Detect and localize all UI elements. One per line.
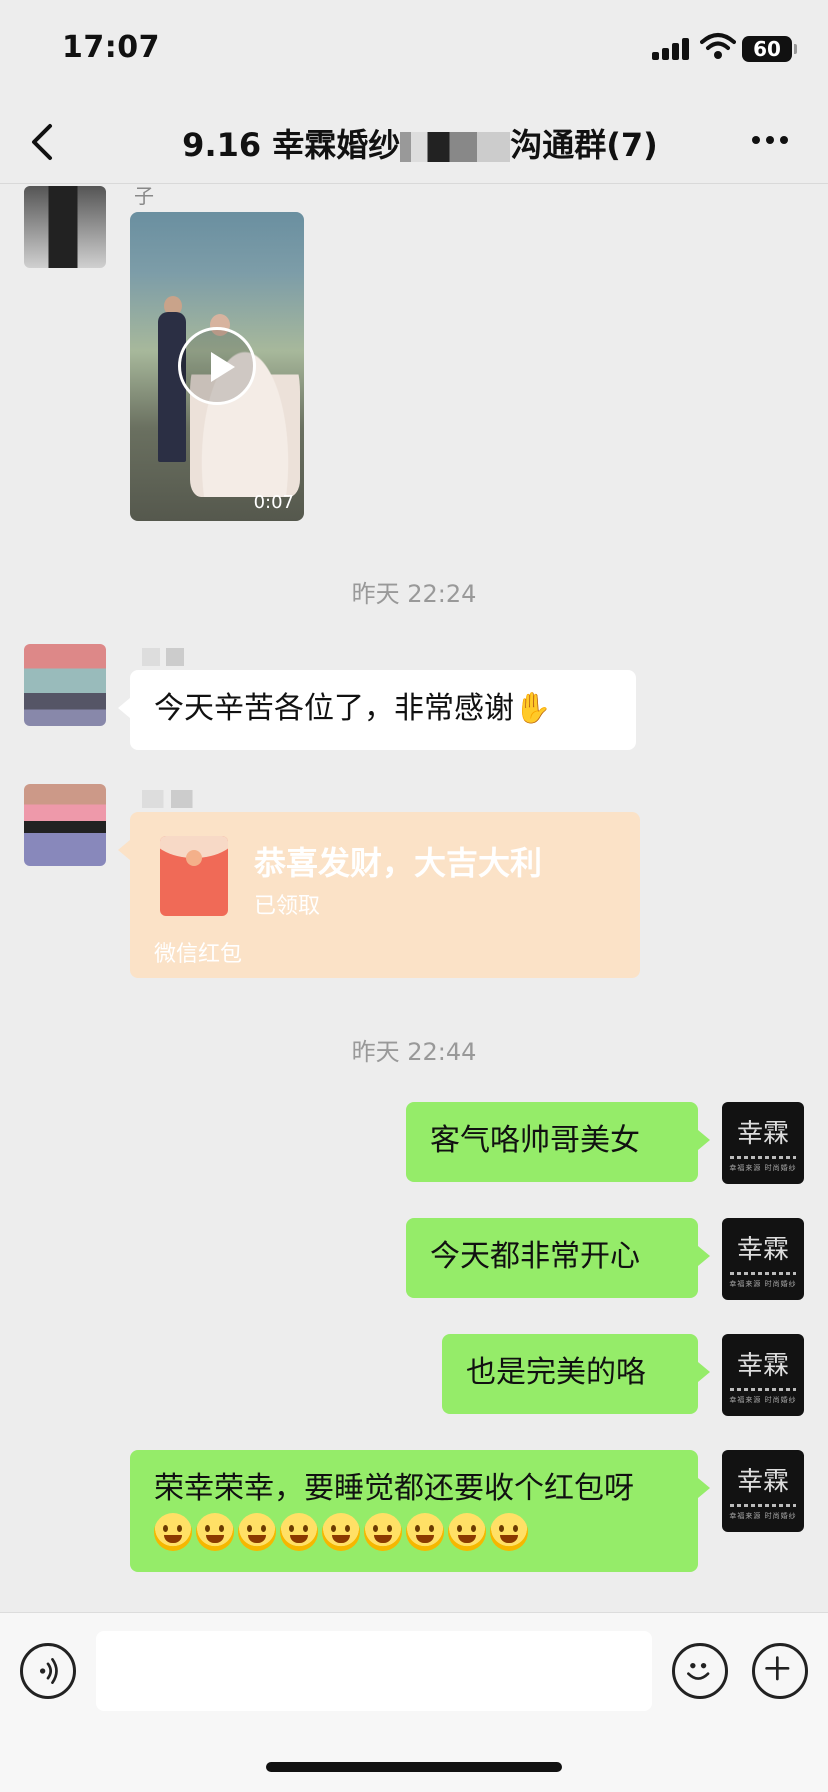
grin-emoji-icon bbox=[154, 1512, 192, 1551]
red-packet-title: 恭喜发财，大吉大利 bbox=[254, 844, 543, 882]
avatar-logo-subtext: 幸福来源 时尚婚纱 bbox=[729, 1280, 797, 1288]
sender-name: 子 bbox=[134, 184, 154, 208]
emoji-icon[interactable] bbox=[672, 1643, 728, 1699]
avatar-logo-text: 幸霖 bbox=[736, 1235, 789, 1265]
wifi-icon bbox=[700, 33, 736, 59]
chat-title-suffix: 沟通群(7) bbox=[510, 126, 658, 164]
grin-emoji-icon bbox=[322, 1512, 360, 1551]
red-envelope-icon bbox=[160, 836, 228, 916]
avatar-logo-text: 幸霖 bbox=[736, 1351, 789, 1381]
status-bar: 17:07 60 bbox=[0, 0, 828, 100]
grin-emoji-icon bbox=[364, 1512, 402, 1551]
grin-emoji-icon bbox=[448, 1512, 486, 1551]
video-duration: 0:07 bbox=[253, 492, 294, 513]
grin-emoji-icon bbox=[406, 1512, 444, 1551]
grin-emoji-icon bbox=[490, 1512, 528, 1551]
message-bubble[interactable]: 今天都非常开心 bbox=[406, 1218, 710, 1298]
message-text: 荣幸荣幸，要睡觉都还要收个红包呀 bbox=[154, 1471, 634, 1506]
grin-emoji-icon bbox=[238, 1512, 276, 1551]
message-timestamp: 昨天 22:24 bbox=[351, 580, 477, 608]
message-timestamp: 昨天 22:44 bbox=[351, 1038, 477, 1066]
message-bubble[interactable]: 也是完美的咯 bbox=[442, 1334, 710, 1414]
cellular-signal-icon bbox=[652, 38, 692, 60]
red-packet-status: 已领取 bbox=[254, 894, 321, 919]
chat-header: 9.16 幸霖婚纱 沟通群(7) bbox=[0, 100, 828, 184]
status-time: 17:07 bbox=[62, 30, 160, 65]
avatar[interactable] bbox=[24, 186, 106, 268]
grin-emoji-row bbox=[154, 1512, 528, 1551]
grin-emoji-icon bbox=[280, 1512, 318, 1551]
chevron-left-icon[interactable] bbox=[24, 118, 64, 166]
plus-icon[interactable] bbox=[752, 1643, 808, 1699]
grin-emoji-icon bbox=[196, 1512, 234, 1551]
message-bubble[interactable]: 客气咯帅哥美女 bbox=[406, 1102, 710, 1182]
avatar[interactable] bbox=[24, 644, 106, 726]
message-text: 今天辛苦各位了，非常感谢 bbox=[154, 691, 514, 726]
red-packet-message[interactable]: 恭喜发财，大吉大利 已领取 微信红包 bbox=[118, 812, 640, 978]
message-text: 今天都非常开心 bbox=[430, 1239, 640, 1274]
my-avatar[interactable]: 幸霖 幸福来源 时尚婚纱 bbox=[722, 1218, 804, 1300]
message-text: 也是完美的咯 bbox=[466, 1355, 646, 1390]
avatar-logo-subtext: 幸福来源 时尚婚纱 bbox=[729, 1164, 797, 1172]
redacted-sender-name bbox=[142, 648, 202, 666]
my-avatar[interactable]: 幸霖 幸福来源 时尚婚纱 bbox=[722, 1334, 804, 1416]
battery-indicator: 60 bbox=[742, 36, 797, 62]
avatar-logo-subtext: 幸福来源 时尚婚纱 bbox=[729, 1396, 797, 1404]
avatar[interactable] bbox=[24, 784, 106, 866]
redacted-text bbox=[400, 132, 511, 162]
red-packet-label: 微信红包 bbox=[154, 942, 243, 967]
avatar-logo-text: 幸霖 bbox=[736, 1119, 789, 1149]
chat-title-prefix: 9.16 幸霖婚纱 bbox=[182, 126, 401, 164]
chat-title: 9.16 幸霖婚纱 沟通群(7) bbox=[150, 120, 690, 166]
message-bubble[interactable]: 荣幸荣幸，要睡觉都还要收个红包呀 bbox=[130, 1450, 710, 1572]
message-text: 客气咯帅哥美女 bbox=[430, 1123, 640, 1158]
avatar-logo-text: 幸霖 bbox=[736, 1467, 789, 1497]
video-message[interactable]: 0:07 bbox=[130, 212, 304, 521]
redacted-sender-name bbox=[142, 790, 214, 808]
message-input[interactable] bbox=[96, 1631, 652, 1711]
home-indicator[interactable] bbox=[266, 1762, 562, 1772]
pray-emoji-icon: ✋ bbox=[514, 691, 552, 726]
message-bubble[interactable]: 今天辛苦各位了，非常感谢✋ bbox=[118, 670, 636, 750]
more-dots-icon[interactable] bbox=[752, 136, 792, 148]
play-icon[interactable] bbox=[178, 327, 256, 405]
avatar-logo-subtext: 幸福来源 时尚婚纱 bbox=[729, 1512, 797, 1520]
voice-icon[interactable] bbox=[20, 1643, 76, 1699]
my-avatar[interactable]: 幸霖 幸福来源 时尚婚纱 bbox=[722, 1450, 804, 1532]
my-avatar[interactable]: 幸霖 幸福来源 时尚婚纱 bbox=[722, 1102, 804, 1184]
